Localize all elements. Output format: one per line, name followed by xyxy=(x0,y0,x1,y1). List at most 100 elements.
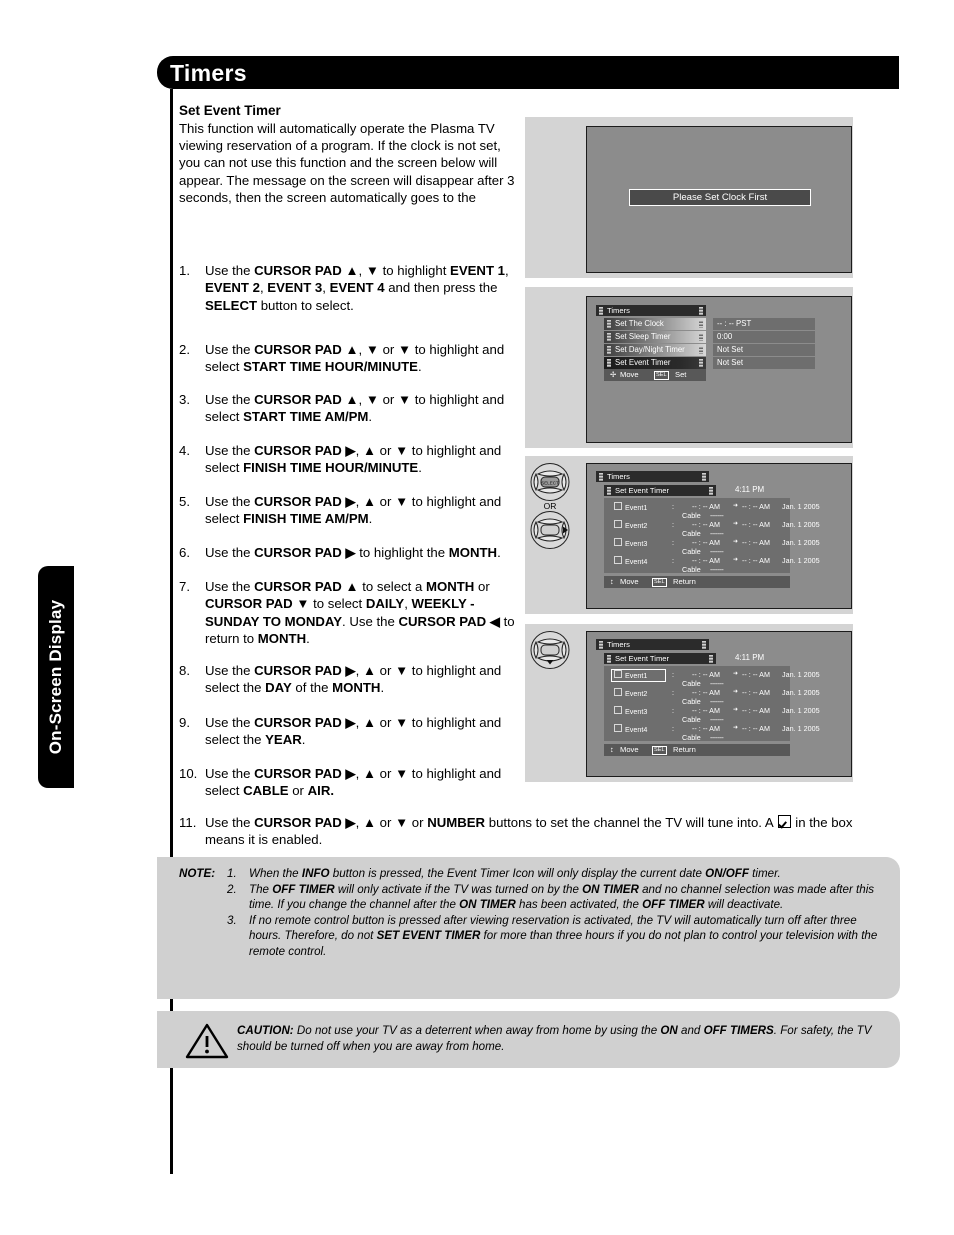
step-number: 9. xyxy=(179,715,190,730)
event-start-time[interactable]: -- : -- AM xyxy=(692,688,720,697)
event-source[interactable]: Cable xyxy=(682,565,701,574)
event-channel[interactable]: ------- xyxy=(710,733,724,742)
or-label: OR xyxy=(543,501,557,511)
event-start-time[interactable]: -- : -- AM xyxy=(692,502,720,511)
step-text: Use the CURSOR PAD ▶, ▲ or ▼ to highligh… xyxy=(205,766,502,799)
event-date[interactable]: Jan. 1 2005 xyxy=(782,520,820,529)
osd-titlebar-timers: Timers xyxy=(596,639,709,650)
note-item: NOTE: 1. When the INFO button is pressed, … xyxy=(179,866,879,882)
event-start-time[interactable]: -- : -- AM xyxy=(692,724,720,733)
event-date[interactable]: Jan. 1 2005 xyxy=(782,688,820,697)
osd-menu-item[interactable]: Set Sleep Timer xyxy=(604,331,706,343)
event-start-time[interactable]: -- : -- AM xyxy=(692,670,720,679)
step-text: Use the CURSOR PAD ▶, ▲ or ▼ to highligh… xyxy=(205,663,502,696)
event-row[interactable]: Event3: -- : -- AM ➜ -- : -- AM Jan. 1 2005 xyxy=(614,538,820,548)
event-source[interactable]: Cable xyxy=(682,529,701,538)
event-channel[interactable]: ------- xyxy=(710,511,724,520)
event-row[interactable]: Event1: -- : -- AM ➜ -- : -- AM Jan. 1 2005 xyxy=(614,502,820,512)
instruction-step: 3. Use the CURSOR PAD ▲, ▼ or ▼ to highli… xyxy=(179,391,524,426)
event-finish-time[interactable]: -- : -- AM xyxy=(742,706,770,715)
event-list-pane: Event1: -- : -- AM ➜ -- : -- AM Jan. 1 2005 C… xyxy=(604,498,820,574)
svg-text:SELECT: SELECT xyxy=(541,481,559,486)
checkbox-icon xyxy=(777,815,791,828)
event-source[interactable]: Cable xyxy=(682,715,701,724)
event-name: Event3 xyxy=(625,707,648,716)
event-enable-checkbox[interactable] xyxy=(614,520,622,528)
event-date[interactable]: Jan. 1 2005 xyxy=(782,706,820,715)
event-source[interactable]: Cable xyxy=(682,733,701,742)
event-row[interactable]: Event4: -- : -- AM ➜ -- : -- AM Jan. 1 2005 xyxy=(614,556,820,566)
event-start-time[interactable]: -- : -- AM xyxy=(692,520,720,529)
event-row[interactable]: Event2: -- : -- AM ➜ -- : -- AM Jan. 1 2005 xyxy=(614,688,820,698)
event-finish-time[interactable]: -- : -- AM xyxy=(742,688,770,697)
instruction-step: 9. Use the CURSOR PAD ▶, ▲ or ▼ to highli… xyxy=(179,714,524,749)
osd-menu-item[interactable]: Set Day/Night Timer xyxy=(604,344,706,356)
tv-screen-clock-warning: Please Set Clock First xyxy=(586,126,852,273)
event-start-time[interactable]: -- : -- AM xyxy=(692,538,720,547)
instruction-step: 4. Use the CURSOR PAD ▶, ▲ or ▼ to highli… xyxy=(179,442,524,477)
illustration-panel-4: Timers Set Event Timer 4:11 PM Event1: --… xyxy=(525,624,853,782)
osd-menu-item[interactable]: Set The Clock xyxy=(604,318,706,330)
osd-title-label: Timers xyxy=(607,640,630,649)
osd-menu-item-label: Set Sleep Timer xyxy=(615,332,671,341)
event-finish-time[interactable]: -- : -- AM xyxy=(742,520,770,529)
event-date[interactable]: Jan. 1 2005 xyxy=(782,538,820,547)
event-start-time[interactable]: -- : -- AM xyxy=(692,706,720,715)
event-enable-checkbox[interactable] xyxy=(614,538,622,546)
caution-label: CAUTION: xyxy=(237,1024,294,1037)
osd-menu-value: -- : -- PST xyxy=(713,318,815,330)
event-enable-checkbox[interactable] xyxy=(614,502,622,510)
note-list: NOTE: 1. When the INFO button is pressed, … xyxy=(179,866,879,960)
event-date[interactable]: Jan. 1 2005 xyxy=(782,556,820,565)
osd-navbar: ↕ Move SEL Return xyxy=(604,744,790,756)
event-row[interactable]: Event3: -- : -- AM ➜ -- : -- AM Jan. 1 2005 xyxy=(614,706,820,716)
osd-titlebar-timers: Timers xyxy=(596,305,706,316)
instruction-step: 2. Use the CURSOR PAD ▲, ▼ or ▼ to highli… xyxy=(179,341,524,376)
event-source[interactable]: Cable xyxy=(682,547,701,556)
event-date[interactable]: Jan. 1 2005 xyxy=(782,502,820,511)
event-enable-checkbox[interactable] xyxy=(614,556,622,564)
event-channel[interactable]: ------- xyxy=(710,697,724,706)
event-enable-checkbox[interactable] xyxy=(614,706,622,714)
step-text: Use the CURSOR PAD ▶, ▲ or ▼ to highligh… xyxy=(205,443,502,476)
event-enable-checkbox[interactable] xyxy=(614,688,622,696)
tv-screen-timers-menu: Timers Set The Clock Set Sleep Timer Set D… xyxy=(586,296,852,443)
event-finish-time[interactable]: -- : -- AM xyxy=(742,538,770,547)
navbar-action-label: Return xyxy=(673,577,696,586)
event-channel[interactable]: ------- xyxy=(710,565,724,574)
event-finish-time[interactable]: -- : -- AM xyxy=(742,670,770,679)
event-date[interactable]: Jan. 1 2005 xyxy=(782,670,820,679)
event-row[interactable]: Event1: -- : -- AM ➜ -- : -- AM Jan. 1 2005 xyxy=(614,670,820,680)
event-source[interactable]: Cable xyxy=(682,679,701,688)
step-number: 2. xyxy=(179,342,190,357)
osd-menu-value: Not Set xyxy=(713,344,815,356)
event-enable-checkbox[interactable] xyxy=(614,724,622,732)
warning-triangle-icon xyxy=(185,1023,229,1059)
caution-text: CAUTION: Do not use your TV as a deterre… xyxy=(237,1023,877,1056)
page-title: Timers xyxy=(170,60,247,86)
event-row[interactable]: Event2: -- : -- AM ➜ -- : -- AM Jan. 1 2005 xyxy=(614,520,820,530)
event-date[interactable]: Jan. 1 2005 xyxy=(782,724,820,733)
event-finish-time[interactable]: -- : -- AM xyxy=(742,556,770,565)
event-finish-time[interactable]: -- : -- AM xyxy=(742,502,770,511)
event-start-time[interactable]: -- : -- AM xyxy=(692,556,720,565)
navbar-move-label: Move xyxy=(620,370,639,379)
event-channel[interactable]: ------- xyxy=(710,529,724,538)
event-name: Event3 xyxy=(625,539,648,548)
event-source[interactable]: Cable xyxy=(682,697,701,706)
event-enable-checkbox[interactable] xyxy=(614,670,622,678)
step-text: Use the CURSOR PAD ▲, ▼ or ▼ to highligh… xyxy=(205,342,505,375)
event-row[interactable]: Event4: -- : -- AM ➜ -- : -- AM Jan. 1 2005 xyxy=(614,724,820,734)
page-header-banner: Timers xyxy=(157,56,899,89)
event-channel[interactable]: ------- xyxy=(710,547,724,556)
event-finish-time[interactable]: -- : -- AM xyxy=(742,724,770,733)
event-channel[interactable]: ------- xyxy=(710,679,724,688)
step-number: 3. xyxy=(179,392,190,407)
step-text: Use the CURSOR PAD ▶, ▲ or ▼ to highligh… xyxy=(205,715,502,748)
event-channel[interactable]: ------- xyxy=(710,715,724,724)
osd-title-label: Timers xyxy=(607,472,630,481)
event-source[interactable]: Cable xyxy=(682,511,701,520)
navbar-action-label: Set xyxy=(675,370,687,379)
osd-menu-item[interactable]: Set Event Timer xyxy=(604,357,706,369)
osd-subtitle-label: Set Event Timer xyxy=(615,654,670,663)
